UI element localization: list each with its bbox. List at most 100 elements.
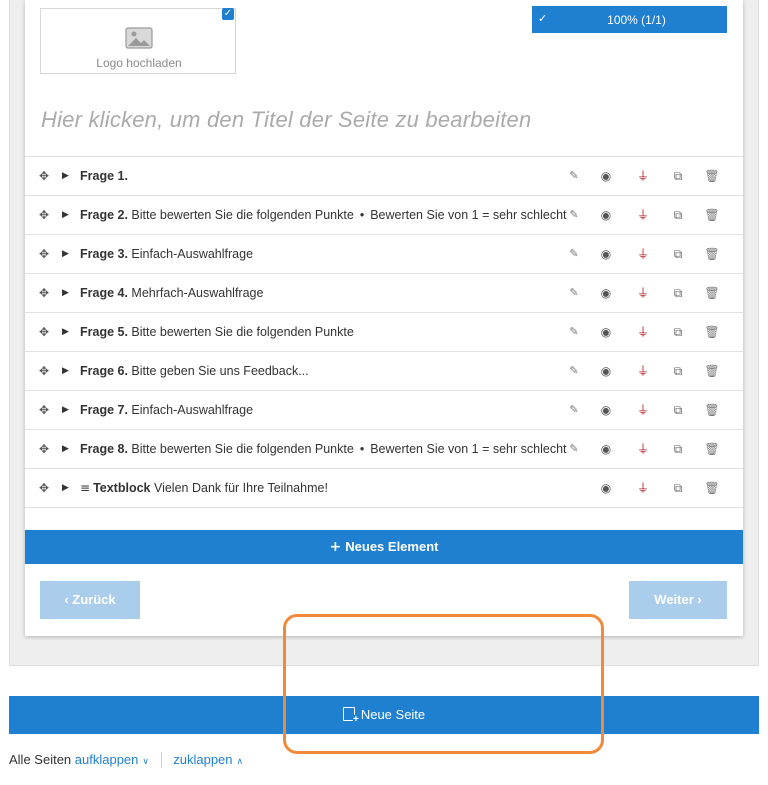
move-handle-icon[interactable]: ✥ [39,208,53,222]
edit-icon[interactable]: ✎ [566,441,582,457]
trash-icon[interactable]: 🗑 [704,324,720,340]
question-label: Frage 1. [80,169,128,183]
textblock-content: Vielen Dank für Ihre Teilnahme! [153,481,328,495]
pin-icon[interactable]: ⏚ [635,246,651,262]
copy-icon[interactable]: ⧉ [670,207,686,223]
trash-icon[interactable]: 🗑 [704,246,720,262]
caret-right-icon[interactable]: ▶ [62,169,70,183]
collapse-all-link[interactable]: zuklappen ∧ [173,752,243,767]
move-handle-icon[interactable]: ✥ [39,481,53,495]
back-button[interactable]: ‹ Zurück [40,581,140,619]
move-handle-icon[interactable]: ✥ [39,442,53,456]
copy-icon[interactable]: ⧉ [670,480,686,496]
logo-upload-label: Logo hochladen [96,56,182,70]
question-title: Bitte geben Sie uns Feedback... [131,364,309,378]
eye-icon[interactable]: ◉ [598,285,614,301]
image-icon [125,27,153,49]
logo-checkbox[interactable]: ✓ [222,8,234,20]
chevron-up-icon: ∧ [236,757,244,767]
new-element-button[interactable]: + Neues Element [25,530,743,564]
textblock-row[interactable]: ✥ ▶ ≡ Textblock Vielen Dank für Ihre Teil… [25,469,743,508]
pin-icon[interactable]: ⏚ [635,402,651,418]
copy-icon[interactable]: ⧉ [670,168,686,184]
question-title: Mehrfach-Auswahlfrage [131,286,264,300]
caret-right-icon[interactable]: ▶ [62,325,70,339]
copy-icon[interactable]: ⧉ [670,285,686,301]
edit-icon[interactable]: ✎ [566,402,582,418]
collapse-all-label: zuklappen [173,752,233,767]
question-text: Frage 8. Bitte bewerten Sie die folgende… [80,442,567,456]
edit-icon[interactable]: ✎ [566,246,582,262]
question-list: ✥ ▶ Frage 1. ✎ ◉ ⏚ ⧉ 🗑 ✥ ▶ Frage 2. Bitt… [25,156,743,508]
caret-right-icon[interactable]: ▶ [62,442,70,456]
caret-right-icon[interactable]: ▶ [62,481,70,495]
question-row[interactable]: ✥ ▶ Frage 6. Bitte geben Sie uns Feedbac… [25,352,743,391]
pin-icon[interactable]: ⏚ [635,441,651,457]
question-subtitle: Bewerten Sie von 1 = sehr schlecht [370,208,567,222]
caret-right-icon[interactable]: ▶ [62,247,70,261]
eye-icon[interactable]: ◉ [598,402,614,418]
pin-icon[interactable]: ⏚ [635,207,651,223]
caret-right-icon[interactable]: ▶ [62,403,70,417]
pin-icon[interactable]: ⏚ [635,168,651,184]
move-handle-icon[interactable]: ✥ [39,403,53,417]
copy-icon[interactable]: ⧉ [670,402,686,418]
new-element-label: Neues Element [345,539,439,554]
eye-icon[interactable]: ◉ [598,441,614,457]
question-text: Frage 5. Bitte bewerten Sie die folgende… [80,325,600,339]
next-button[interactable]: Weiter › [629,581,727,619]
move-handle-icon[interactable]: ✥ [39,247,53,261]
caret-right-icon[interactable]: ▶ [62,208,70,222]
expand-all-link[interactable]: aufklappen ∨ [75,752,149,767]
copy-icon[interactable]: ⧉ [670,324,686,340]
question-text: Frage 3. Einfach-Auswahlfrage [80,247,600,261]
question-row[interactable]: ✥ ▶ Frage 1. ✎ ◉ ⏚ ⧉ 🗑 [25,157,743,196]
edit-icon[interactable]: ✎ [566,324,582,340]
move-handle-icon[interactable]: ✥ [39,364,53,378]
survey-page-card: Logo hochladen ✓ ✓ 100% (1/1) Hier klick… [25,0,743,636]
progress-text: 100% (1/1) [607,13,666,27]
eye-icon[interactable]: ◉ [598,246,614,262]
copy-icon[interactable]: ⧉ [670,246,686,262]
caret-right-icon[interactable]: ▶ [62,364,70,378]
eye-icon[interactable]: ◉ [598,168,614,184]
trash-icon[interactable]: 🗑 [704,480,720,496]
textblock-label: Textblock [93,481,151,495]
edit-icon[interactable]: ✎ [566,168,582,184]
question-row[interactable]: ✥ ▶ Frage 4. Mehrfach-Auswahlfrage ✎ ◉ ⏚… [25,274,743,313]
trash-icon[interactable]: 🗑 [704,402,720,418]
edit-icon[interactable]: ✎ [566,285,582,301]
pin-icon[interactable]: ⏚ [635,324,651,340]
edit-icon[interactable]: ✎ [566,207,582,223]
eye-icon[interactable]: ◉ [598,480,614,496]
question-row[interactable]: ✥ ▶ Frage 8. Bitte bewerten Sie die folg… [25,430,743,469]
question-label: Frage 2. [80,208,128,222]
question-label: Frage 6. [80,364,128,378]
caret-right-icon[interactable]: ▶ [62,286,70,300]
copy-icon[interactable]: ⧉ [670,363,686,379]
trash-icon[interactable]: 🗑 [704,363,720,379]
eye-icon[interactable]: ◉ [598,324,614,340]
eye-icon[interactable]: ◉ [598,207,614,223]
trash-icon[interactable]: 🗑 [704,207,720,223]
move-handle-icon[interactable]: ✥ [39,169,53,183]
move-handle-icon[interactable]: ✥ [39,286,53,300]
question-row[interactable]: ✥ ▶ Frage 5. Bitte bewerten Sie die folg… [25,313,743,352]
eye-icon[interactable]: ◉ [598,363,614,379]
trash-icon[interactable]: 🗑 [704,168,720,184]
question-title: Bitte bewerten Sie die folgenden Punkte [131,208,354,222]
pin-icon[interactable]: ⏚ [635,285,651,301]
copy-icon[interactable]: ⧉ [670,441,686,457]
logo-upload[interactable]: Logo hochladen [40,8,236,74]
trash-icon[interactable]: 🗑 [704,285,720,301]
pin-icon[interactable]: ⏚ [635,363,651,379]
question-row[interactable]: ✥ ▶ Frage 3. Einfach-Auswahlfrage ✎ ◉ ⏚ … [25,235,743,274]
edit-icon[interactable]: ✎ [566,363,582,379]
question-row[interactable]: ✥ ▶ Frage 2. Bitte bewerten Sie die folg… [25,196,743,235]
question-row[interactable]: ✥ ▶ Frage 7. Einfach-Auswahlfrage ✎ ◉ ⏚ … [25,391,743,430]
pin-icon[interactable]: ⏚ [635,480,651,496]
trash-icon[interactable]: 🗑 [704,441,720,457]
question-title: Bitte bewerten Sie die folgenden Punkte [131,325,354,339]
page-title-placeholder[interactable]: Hier klicken, um den Titel der Seite zu … [41,107,531,133]
move-handle-icon[interactable]: ✥ [39,325,53,339]
